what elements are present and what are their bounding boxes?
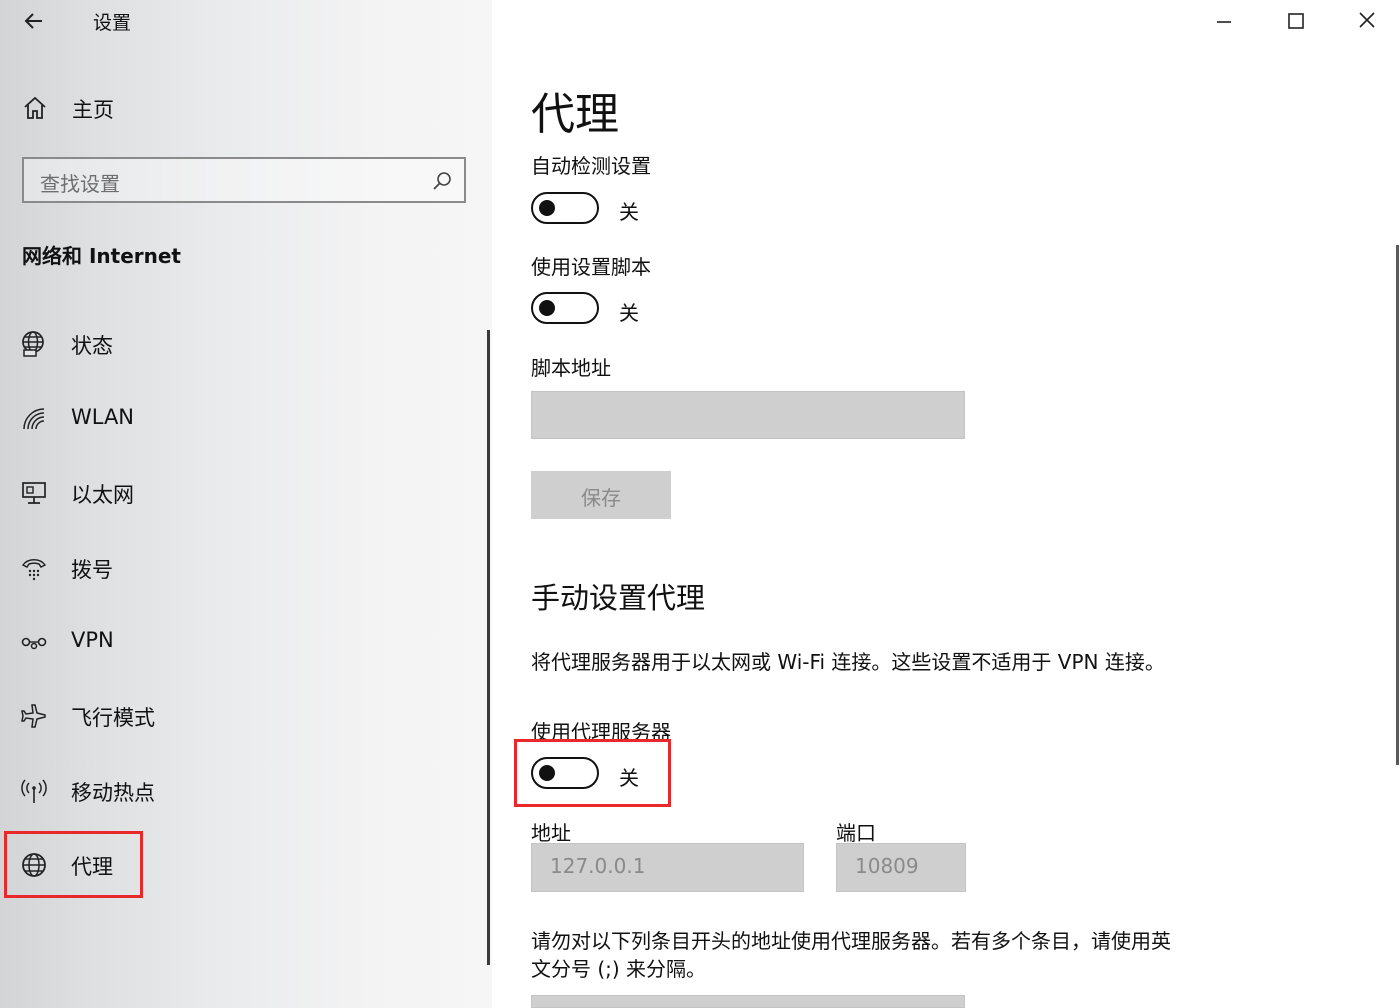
port-value: 10809 — [855, 854, 919, 878]
page-title: 代理 — [531, 89, 619, 140]
address-value: 127.0.0.1 — [550, 854, 646, 878]
sidebar-scrollbar[interactable] — [487, 330, 490, 965]
sidebar-item-dialup[interactable]: 拨号 — [20, 546, 460, 590]
use-script-state: 关 — [619, 301, 639, 325]
sidebar-item-label: 拨号 — [71, 558, 113, 582]
sidebar-item-label: 状态 — [71, 334, 113, 358]
sidebar-item-label: 以太网 — [71, 483, 134, 507]
airplane-icon — [21, 704, 46, 728]
port-label: 端口 — [836, 821, 876, 845]
back-button[interactable] — [20, 6, 50, 36]
search-input[interactable]: 查找设置 — [22, 157, 466, 203]
sidebar-item-label: WLAN — [71, 405, 135, 429]
close-icon — [1359, 12, 1375, 28]
sidebar-item-wlan[interactable]: WLAN — [20, 397, 460, 441]
highlight-box-proxy-nav — [4, 831, 143, 898]
auto-detect-label: 自动检测设置 — [531, 154, 651, 178]
address-label: 地址 — [531, 821, 571, 845]
maximize-button[interactable] — [1273, 4, 1319, 38]
exceptions-input[interactable] — [531, 995, 965, 1008]
home-icon — [24, 96, 46, 119]
save-button[interactable]: 保存 — [531, 471, 671, 519]
minimize-icon — [1217, 21, 1231, 23]
maximize-icon — [1288, 13, 1304, 29]
sidebar-item-label: VPN — [71, 628, 114, 652]
use-script-label: 使用设置脚本 — [531, 255, 651, 279]
port-input[interactable]: 10809 — [836, 843, 966, 892]
search-icon[interactable] — [430, 169, 454, 193]
sidebar-item-label: 飞行模式 — [71, 706, 155, 730]
search-placeholder: 查找设置 — [40, 172, 120, 196]
main-scrollbar[interactable] — [1396, 245, 1399, 765]
back-arrow-icon — [24, 13, 42, 29]
highlight-box-use-proxy — [514, 739, 671, 807]
sidebar-item-label: 移动热点 — [71, 781, 155, 805]
globe-status-icon — [22, 331, 44, 357]
sidebar-item-hotspot[interactable]: 移动热点 — [20, 769, 460, 813]
app-title: 设置 — [93, 12, 132, 34]
close-button[interactable] — [1344, 4, 1390, 38]
sidebar-item-status[interactable]: 状态 — [20, 322, 460, 366]
toggle-knob — [539, 200, 555, 216]
manual-proxy-heading: 手动设置代理 — [531, 581, 706, 615]
sidebar-item-vpn[interactable]: VPN — [20, 620, 460, 664]
wifi-icon — [23, 408, 45, 430]
minimize-button[interactable] — [1201, 4, 1247, 38]
address-input[interactable]: 127.0.0.1 — [531, 843, 804, 892]
auto-detect-state: 关 — [619, 200, 639, 224]
sidebar: 设置 主页 查找设置 网络和 Internet 状态 WLAN 以太网 拨号 V… — [0, 0, 492, 1008]
script-address-label: 脚本地址 — [531, 356, 611, 380]
auto-detect-toggle[interactable] — [531, 192, 599, 224]
sidebar-item-ethernet[interactable]: 以太网 — [20, 471, 460, 515]
toggle-knob — [539, 300, 555, 316]
sidebar-item-home[interactable]: 主页 — [20, 88, 460, 128]
vpn-icon — [21, 637, 47, 650]
exceptions-description-line2: 文分号 (;) 来分隔。 — [531, 957, 707, 981]
section-title: 网络和 Internet — [22, 244, 181, 268]
script-address-input[interactable] — [531, 391, 965, 439]
sidebar-titlebar: 设置 — [0, 0, 492, 44]
exceptions-description-line1: 请勿对以下列条目开头的地址使用代理服务器。若有多个条目，请使用英 — [531, 929, 1171, 953]
main-content: 代理 自动检测设置 关 使用设置脚本 关 脚本地址 保存 手动设置代理 将代理服… — [492, 0, 1400, 1008]
ethernet-icon — [22, 482, 46, 504]
sidebar-item-airplane[interactable]: 飞行模式 — [20, 694, 460, 738]
save-button-label: 保存 — [581, 486, 621, 510]
dialup-icon — [21, 559, 47, 581]
manual-proxy-description: 将代理服务器用于以太网或 Wi-Fi 连接。这些设置不适用于 VPN 连接。 — [531, 650, 1165, 674]
hotspot-icon — [21, 779, 47, 803]
use-script-toggle[interactable] — [531, 292, 599, 324]
sidebar-item-label: 主页 — [72, 98, 114, 122]
